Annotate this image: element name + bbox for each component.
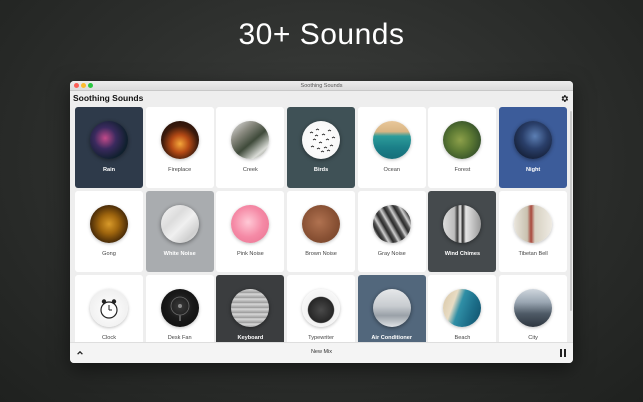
sound-tile-air-conditioner[interactable]: Air Conditioner (357, 275, 426, 344)
app-header: Soothing Sounds (70, 91, 573, 107)
pink-noise-icon (231, 205, 270, 243)
pause-icon[interactable] (559, 349, 567, 357)
sound-label: Fireplace (168, 167, 192, 173)
creek-icon (231, 121, 270, 159)
sound-label: Gong (102, 251, 116, 257)
sound-label: Creek (242, 167, 258, 173)
app-window: Soothing Sounds Soothing Sounds Rain Fire… (70, 81, 573, 363)
app-title: Soothing Sounds (73, 93, 144, 103)
sound-tile-ocean[interactable]: Ocean (357, 107, 426, 188)
sound-label: Tibetan Bell (518, 251, 548, 257)
sound-label: Pink Noise (237, 251, 264, 257)
sound-tile-pink-noise[interactable]: Pink Noise (216, 191, 285, 272)
sound-tile-birds[interactable]: Birds (287, 107, 356, 188)
promo-headline: 30+ Sounds (238, 18, 405, 51)
sound-label: Clock (102, 335, 116, 341)
sound-tile-night[interactable]: Night (499, 107, 568, 188)
city-icon (514, 289, 553, 327)
sound-tile-typewriter[interactable]: Typewriter (287, 275, 356, 344)
beach-icon (443, 289, 482, 327)
sound-tile-clock[interactable]: Clock (75, 275, 143, 344)
sound-tile-beach[interactable]: Beach (428, 275, 497, 344)
rain-icon (90, 121, 128, 159)
desk-fan-icon (160, 289, 199, 327)
air-conditioner-icon (372, 289, 411, 327)
sound-label: City (528, 335, 538, 341)
sound-label: Gray Noise (377, 251, 406, 257)
sound-tile-desk-fan[interactable]: Desk Fan (145, 275, 214, 344)
sound-tile-gong[interactable]: Gong (75, 191, 143, 272)
sound-grid: Rain Fireplace Creek Birds Ocean Forest Night G… (75, 107, 568, 344)
clock-icon (90, 289, 128, 327)
fireplace-icon (160, 121, 199, 159)
sound-label: Air Conditioner (371, 335, 413, 341)
sound-tile-keyboard[interactable]: Keyboard (216, 275, 285, 344)
sound-label: Keyboard (237, 335, 264, 341)
sound-label: Typewriter (308, 335, 334, 341)
sound-tile-city[interactable]: City (499, 275, 568, 344)
window-title: Soothing Sounds (300, 83, 343, 89)
sound-label: Rain (102, 167, 116, 173)
sound-tile-white-noise[interactable]: White Noise (145, 191, 214, 272)
sound-tile-fireplace[interactable]: Fireplace (145, 107, 214, 188)
sound-tile-gray-noise[interactable]: Gray Noise (357, 191, 426, 272)
new-mix-label[interactable]: New Mix (70, 349, 573, 355)
white-noise-icon (160, 205, 199, 243)
keyboard-icon (231, 289, 270, 327)
sound-label: Wind Chimes (444, 251, 481, 257)
sound-label: Birds (313, 167, 329, 173)
sound-label: Ocean (383, 167, 400, 173)
sound-tile-creek[interactable]: Creek (216, 107, 285, 188)
wind-chimes-icon (443, 205, 482, 243)
sound-label: Desk Fan (167, 335, 192, 341)
gray-noise-icon (372, 205, 411, 243)
night-icon (514, 121, 553, 159)
mix-footer: New Mix (70, 342, 573, 363)
sound-label: White Noise (163, 251, 196, 257)
sound-tile-wind-chimes[interactable]: Wind Chimes (428, 191, 497, 272)
gear-icon[interactable] (560, 94, 569, 103)
scrollbar[interactable] (570, 111, 572, 311)
sound-tile-forest[interactable]: Forest (428, 107, 497, 188)
ocean-icon (372, 121, 411, 159)
sound-label: Beach (454, 335, 471, 341)
sound-tile-rain[interactable]: Rain (75, 107, 143, 188)
sound-label: Brown Noise (305, 251, 337, 257)
birds-icon (302, 121, 341, 159)
sound-tile-brown-noise[interactable]: Brown Noise (287, 191, 356, 272)
sound-label: Forest (454, 167, 471, 173)
window-titlebar[interactable]: Soothing Sounds (70, 81, 573, 91)
tibetan-bell-icon (514, 205, 553, 243)
sound-label: Night (525, 167, 541, 173)
gong-icon (90, 205, 128, 243)
typewriter-icon (302, 289, 341, 327)
brown-noise-icon (302, 205, 341, 243)
sound-tile-tibetan-bell[interactable]: Tibetan Bell (499, 191, 568, 272)
forest-icon (443, 121, 482, 159)
